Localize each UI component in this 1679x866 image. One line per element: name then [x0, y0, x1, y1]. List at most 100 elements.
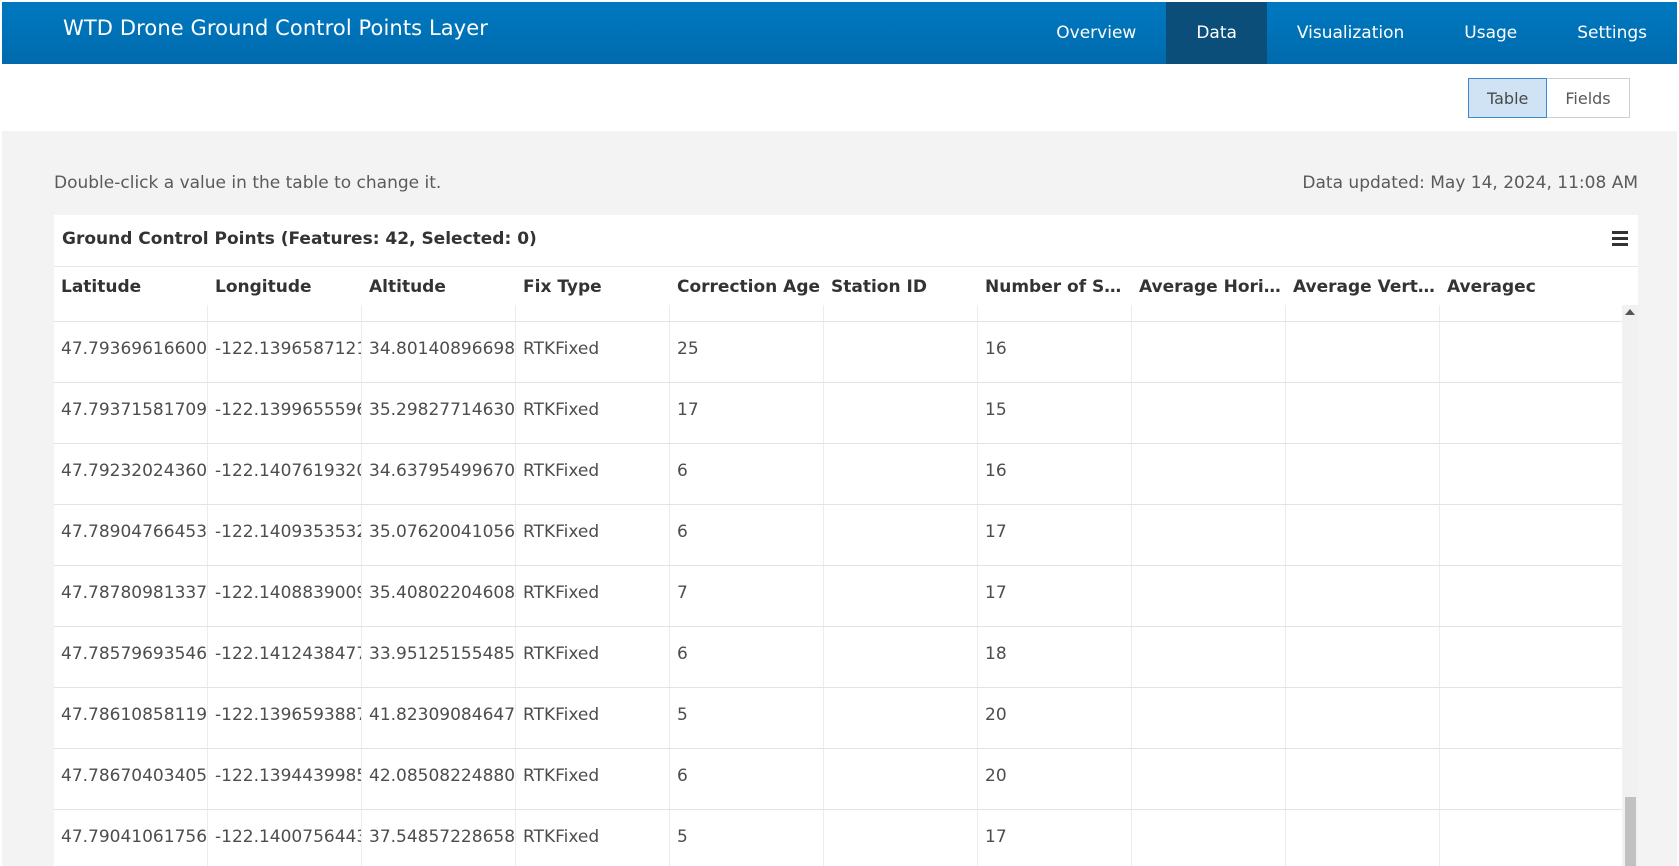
- table-cell[interactable]: 35.076200410566: [362, 505, 515, 569]
- table-cell[interactable]: [1286, 505, 1439, 569]
- table-cell[interactable]: [1286, 627, 1439, 691]
- table-cell[interactable]: 16: [978, 322, 1131, 386]
- table-cell[interactable]: 17: [978, 505, 1131, 569]
- table-cell[interactable]: 6: [670, 749, 823, 813]
- table-cell[interactable]: [1286, 383, 1439, 447]
- table-cell[interactable]: 6: [670, 444, 823, 508]
- table-cell[interactable]: 16: [978, 444, 1131, 508]
- table-row[interactable]: 47.78670403405-122.13944399859142.085082…: [54, 748, 1622, 813]
- table-cell[interactable]: -122.140935353282: [208, 505, 361, 569]
- column-header[interactable]: Longitude: [208, 267, 362, 305]
- table-cell[interactable]: [1440, 383, 1593, 447]
- table-cell[interactable]: RTKFixed: [516, 444, 669, 508]
- table-cell[interactable]: 6: [670, 505, 823, 569]
- table-cell[interactable]: 47.7937158170906: [54, 383, 207, 447]
- table-cell[interactable]: -122.140761932096: [208, 444, 361, 508]
- table-cell[interactable]: 41.8230908464715: [362, 688, 515, 752]
- table-cell[interactable]: 35.4080220460885: [362, 566, 515, 630]
- column-header[interactable]: Number of Sate…: [978, 267, 1132, 305]
- table-cell[interactable]: 34.8014089669802: [362, 322, 515, 386]
- table-cell[interactable]: [1286, 810, 1439, 866]
- column-header[interactable]: Averagec: [1440, 267, 1570, 305]
- table-row[interactable]: 47.7937158170906-122.13996555965635.2982…: [54, 382, 1622, 447]
- table-cell[interactable]: -122.139443998591: [208, 749, 361, 813]
- scroll-up-arrow-icon[interactable]: [1625, 309, 1635, 315]
- table-cell[interactable]: 20: [978, 749, 1131, 813]
- table-cell[interactable]: [824, 688, 977, 752]
- table-cell[interactable]: [1440, 505, 1593, 569]
- table-cell[interactable]: [1132, 444, 1285, 508]
- table-cell[interactable]: [1440, 810, 1593, 866]
- table-cell[interactable]: [1286, 566, 1439, 630]
- table-cell[interactable]: 37.5485722865822: [362, 810, 515, 866]
- table-cell[interactable]: RTKFixed: [516, 810, 669, 866]
- table-cell[interactable]: 17: [670, 383, 823, 447]
- tab-overview[interactable]: Overview: [1056, 2, 1166, 64]
- table-cell[interactable]: [824, 749, 977, 813]
- table-row[interactable]: 47.789047664532-122.14093535328235.07620…: [54, 504, 1622, 569]
- table-cell[interactable]: [1286, 322, 1439, 386]
- table-cell[interactable]: 7: [670, 566, 823, 630]
- table-cell[interactable]: [1132, 749, 1285, 813]
- table-cell[interactable]: [824, 322, 977, 386]
- column-header[interactable]: Latitude: [54, 267, 208, 305]
- tab-usage[interactable]: Usage: [1434, 2, 1547, 64]
- table-cell[interactable]: -122.139965559656: [208, 383, 361, 447]
- table-cell[interactable]: 47.78670403405: [54, 749, 207, 813]
- table-view-button[interactable]: Table: [1468, 78, 1548, 118]
- table-cell[interactable]: [1440, 688, 1593, 752]
- table-cell[interactable]: 18: [978, 627, 1131, 691]
- column-header[interactable]: Station ID: [824, 267, 978, 305]
- table-cell[interactable]: 25: [670, 322, 823, 386]
- table-cell[interactable]: [1286, 688, 1439, 752]
- column-header[interactable]: Average Vertica…: [1286, 267, 1440, 305]
- column-header[interactable]: Fix Type: [516, 267, 670, 305]
- table-cell[interactable]: 35.2982771463083: [362, 383, 515, 447]
- hamburger-menu-icon[interactable]: [1612, 228, 1630, 248]
- tab-visualization[interactable]: Visualization: [1267, 2, 1434, 64]
- table-cell[interactable]: [1132, 688, 1285, 752]
- table-cell[interactable]: [1132, 322, 1285, 386]
- table-cell[interactable]: RTKFixed: [516, 566, 669, 630]
- table-cell[interactable]: -122.14124384773: [208, 627, 361, 691]
- table-cell[interactable]: 5: [670, 688, 823, 752]
- table-cell[interactable]: [1286, 444, 1439, 508]
- table-cell[interactable]: -122.139659388776: [208, 688, 361, 752]
- table-cell[interactable]: [1440, 322, 1593, 386]
- table-cell[interactable]: [1440, 627, 1593, 691]
- table-cell[interactable]: [1132, 383, 1285, 447]
- table-cell[interactable]: 34.6379549967099: [362, 444, 515, 508]
- table-cell[interactable]: RTKFixed: [516, 749, 669, 813]
- table-row[interactable]: 47.7878098133729-122.14088390099535.4080…: [54, 565, 1622, 630]
- table-cell[interactable]: [824, 383, 977, 447]
- table-cell[interactable]: 42.0850822488046: [362, 749, 515, 813]
- table-cell[interactable]: [1440, 444, 1593, 508]
- table-cell[interactable]: 47.7861085811965: [54, 688, 207, 752]
- tab-settings[interactable]: Settings: [1547, 2, 1677, 64]
- table-row[interactable]: 47.7861085811965-122.13965938877641.8230…: [54, 687, 1622, 752]
- fields-view-button[interactable]: Fields: [1547, 78, 1630, 118]
- table-cell[interactable]: [1132, 810, 1285, 866]
- table-cell[interactable]: 20: [978, 688, 1131, 752]
- table-cell[interactable]: RTKFixed: [516, 627, 669, 691]
- vertical-scrollbar[interactable]: [1622, 305, 1638, 866]
- table-cell[interactable]: [1132, 505, 1285, 569]
- column-header[interactable]: Correction Age: [670, 267, 824, 305]
- table-cell[interactable]: [824, 566, 977, 630]
- table-cell[interactable]: RTKFixed: [516, 688, 669, 752]
- table-cell[interactable]: -122.139658712195: [208, 322, 361, 386]
- table-cell[interactable]: [824, 627, 977, 691]
- table-row[interactable]: 47.7857969354604-122.1412438477333.95125…: [54, 626, 1622, 691]
- scrollbar-thumb[interactable]: [1625, 797, 1636, 866]
- table-cell[interactable]: [824, 444, 977, 508]
- table-cell[interactable]: [1440, 749, 1593, 813]
- table-cell[interactable]: [824, 505, 977, 569]
- table-cell[interactable]: RTKFixed: [516, 383, 669, 447]
- table-cell[interactable]: -122.140075644377: [208, 810, 361, 866]
- table-cell[interactable]: 6: [670, 627, 823, 691]
- table-cell[interactable]: [824, 810, 977, 866]
- table-cell[interactable]: 33.9512515548511: [362, 627, 515, 691]
- column-header[interactable]: Altitude: [362, 267, 516, 305]
- table-cell[interactable]: [1132, 627, 1285, 691]
- table-cell[interactable]: [1132, 566, 1285, 630]
